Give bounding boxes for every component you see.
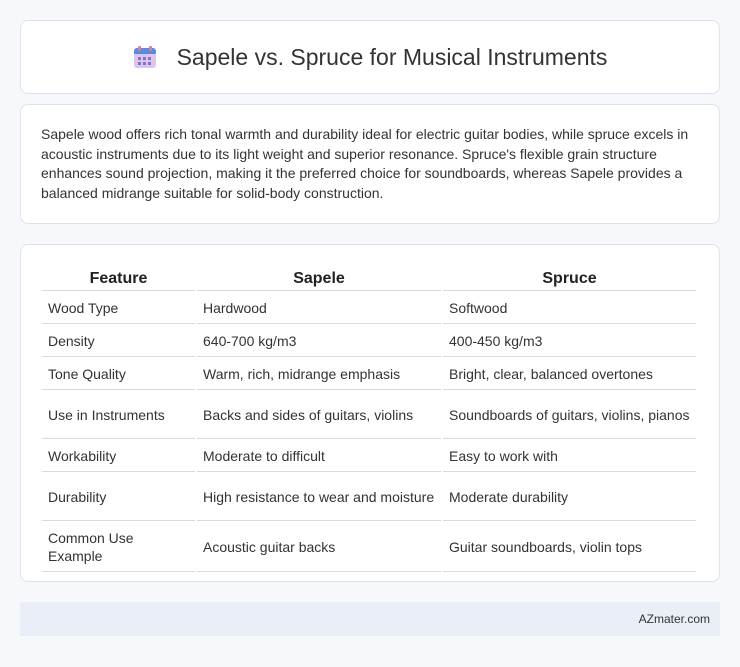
comparison-table: Feature Sapele Spruce Wood Type Hardwood… — [40, 265, 698, 574]
table-row: Durability High resistance to wear and m… — [42, 474, 696, 521]
table-cell: Density — [42, 326, 195, 357]
table-cell: Durability — [42, 474, 195, 521]
table-cell: High resistance to wear and moisture — [197, 474, 441, 521]
title-card: Sapele vs. Spruce for Musical Instrument… — [20, 20, 720, 94]
table-cell: Wood Type — [42, 293, 195, 324]
page-title: Sapele vs. Spruce for Musical Instrument… — [176, 43, 608, 70]
comparison-card: Feature Sapele Spruce Wood Type Hardwood… — [20, 244, 720, 582]
table-cell: Soundboards of guitars, violins, pianos — [443, 392, 696, 439]
table-row: Wood Type Hardwood Softwood — [42, 293, 696, 324]
table-row: Density 640-700 kg/m3 400-450 kg/m3 — [42, 326, 696, 357]
intro-card: Sapele wood offers rich tonal warmth and… — [20, 104, 720, 224]
table-cell: Backs and sides of guitars, violins — [197, 392, 441, 439]
calendar-icon — [133, 45, 157, 69]
header-sapele: Sapele — [197, 267, 441, 291]
table-cell: 400-450 kg/m3 — [443, 326, 696, 357]
table-row: Tone Quality Warm, rich, midrange emphas… — [42, 359, 696, 390]
table-row: Workability Moderate to difficult Easy t… — [42, 441, 696, 472]
table-cell: Easy to work with — [443, 441, 696, 472]
table-cell: Hardwood — [197, 293, 441, 324]
table-header-row: Feature Sapele Spruce — [42, 267, 696, 291]
intro-text: Sapele wood offers rich tonal warmth and… — [41, 126, 689, 201]
table-cell: Acoustic guitar backs — [197, 523, 441, 572]
footer-brand: AZmater.com — [638, 612, 710, 626]
table-cell: Guitar soundboards, violin tops — [443, 523, 696, 572]
table-cell: 640-700 kg/m3 — [197, 326, 441, 357]
footer: AZmater.com — [20, 602, 720, 636]
table-cell: Warm, rich, midrange emphasis — [197, 359, 441, 390]
table-cell: Tone Quality — [42, 359, 195, 390]
table-row: Common Use Example Acoustic guitar backs… — [42, 523, 696, 572]
table-cell: Bright, clear, balanced overtones — [443, 359, 696, 390]
table-cell: Use in Instruments — [42, 392, 195, 439]
table-cell: Moderate to difficult — [197, 441, 441, 472]
table-row: Use in Instruments Backs and sides of gu… — [42, 392, 696, 439]
table-cell: Common Use Example — [42, 523, 195, 572]
header-feature: Feature — [42, 267, 195, 291]
table-cell: Moderate durability — [443, 474, 696, 521]
table-cell: Workability — [42, 441, 195, 472]
table-cell: Softwood — [443, 293, 696, 324]
header-spruce: Spruce — [443, 267, 696, 291]
